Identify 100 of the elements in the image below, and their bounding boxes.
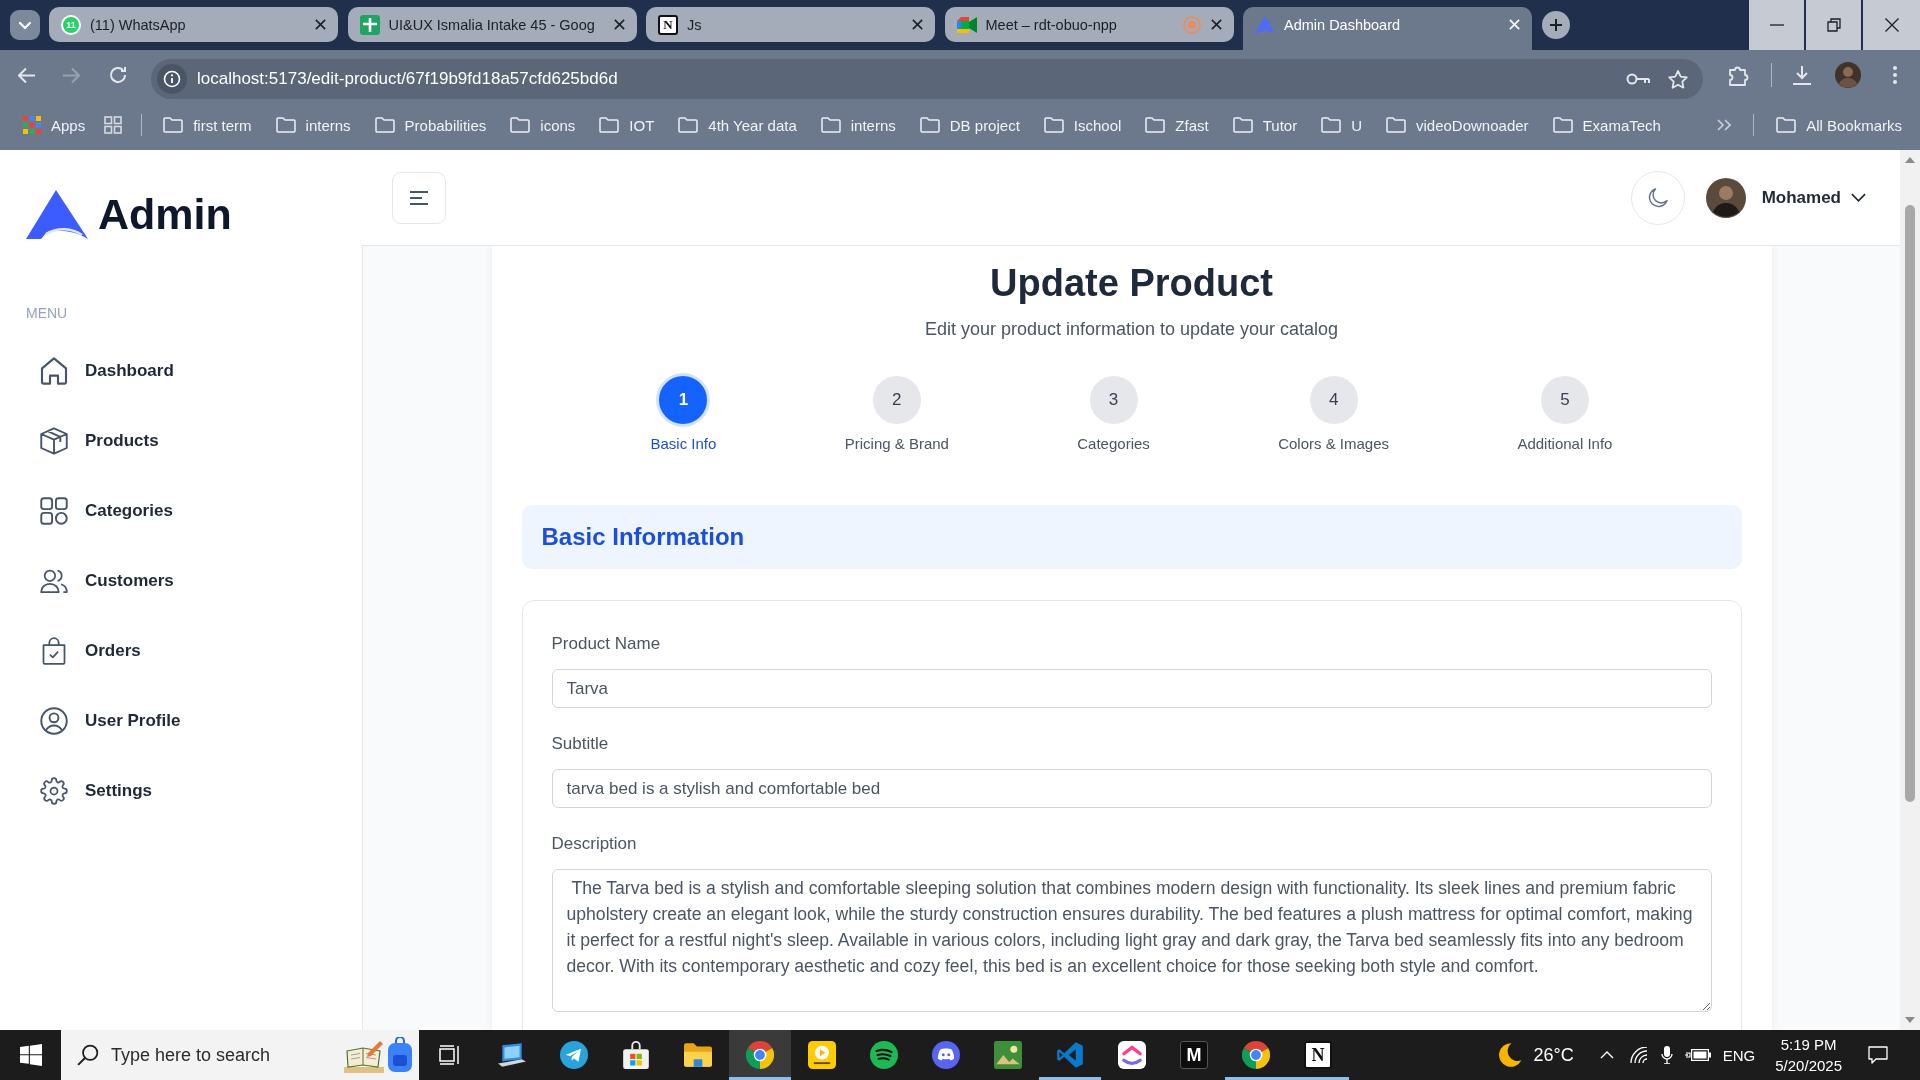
step-number[interactable]: 1 bbox=[656, 373, 711, 427]
puzzle-icon[interactable] bbox=[1728, 64, 1750, 86]
text-field[interactable]: Tarva bbox=[551, 669, 1712, 708]
box-icon bbox=[40, 427, 68, 455]
back-icon[interactable] bbox=[18, 66, 36, 84]
new-tab-icon[interactable] bbox=[1542, 11, 1570, 39]
step-label: Colors & Images bbox=[1278, 434, 1390, 454]
moon-icon bbox=[1647, 187, 1668, 208]
step-number[interactable]: 5 bbox=[1540, 376, 1589, 424]
weather-temperature[interactable]: 26°C bbox=[1533, 1044, 1574, 1066]
restore-button[interactable] bbox=[1806, 0, 1861, 50]
bookmark-folder[interactable]: 4th Year data bbox=[678, 116, 797, 134]
address-bar[interactable]: localhost:5173/edit-product/67f19b9fd18a57cfd625bd6d bbox=[151, 59, 1703, 99]
wifi-icon[interactable] bbox=[1628, 1047, 1647, 1063]
restore-icon bbox=[1826, 18, 1841, 32]
bookmark-folder[interactable]: icons bbox=[510, 116, 576, 134]
battery-icon[interactable] bbox=[1684, 1048, 1711, 1062]
double-chevron-icon[interactable] bbox=[1717, 119, 1732, 131]
bookmark-folder[interactable]: Zfast bbox=[1145, 116, 1209, 134]
close-icon[interactable] bbox=[1209, 18, 1223, 31]
tab-groups-icon[interactable] bbox=[104, 116, 123, 134]
apps-bookmark[interactable]: Apps bbox=[23, 116, 86, 134]
browser-tab[interactable]: Admin Dashboard bbox=[1243, 7, 1532, 50]
logo-text: Admin bbox=[98, 190, 232, 239]
step-number[interactable]: 4 bbox=[1309, 376, 1358, 424]
bookmark-folder[interactable]: IOT bbox=[599, 116, 655, 134]
bookmark-folder[interactable]: first term bbox=[163, 116, 252, 134]
scroll-up-icon[interactable] bbox=[1905, 157, 1915, 163]
sidebar-item[interactable]: Customers bbox=[30, 561, 184, 601]
sidebar-item[interactable]: Dashboard bbox=[30, 351, 184, 391]
taskbar-button[interactable] bbox=[729, 1030, 791, 1080]
home-icon bbox=[40, 357, 68, 385]
folder-icon bbox=[1776, 117, 1797, 133]
sidebar-item[interactable]: User Profile bbox=[30, 701, 191, 741]
browser-icon bbox=[1242, 1041, 1270, 1069]
spreadsheet-icon bbox=[359, 14, 380, 35]
user-menu-button[interactable]: Mohamed bbox=[1705, 177, 1866, 218]
clock-time[interactable]: 5:19 PM bbox=[1780, 1034, 1837, 1055]
triangle-logo-icon bbox=[1255, 14, 1275, 35]
windows-icon bbox=[19, 1044, 42, 1066]
close-icon[interactable] bbox=[612, 18, 626, 31]
menu-button[interactable] bbox=[392, 171, 446, 224]
step-label: Categories bbox=[1077, 434, 1150, 454]
bookmark-folder[interactable]: All Bookmarks bbox=[1776, 116, 1902, 134]
folder-icon bbox=[919, 117, 940, 133]
avatar-icon bbox=[1705, 177, 1746, 218]
bookmark-folder[interactable]: Probabilities bbox=[374, 116, 487, 134]
scroll-down-icon[interactable] bbox=[1905, 1017, 1915, 1023]
star-icon[interactable] bbox=[1668, 69, 1688, 89]
sidebar-item[interactable]: Orders bbox=[30, 631, 151, 671]
step-number[interactable]: 3 bbox=[1089, 376, 1138, 424]
paper-plane-icon bbox=[560, 1041, 588, 1069]
chevron-up-icon[interactable] bbox=[1599, 1051, 1614, 1059]
close-icon[interactable] bbox=[911, 18, 924, 31]
browser-icon bbox=[746, 1041, 774, 1069]
browser-tab[interactable]: Meet – rdt-obuo-npp bbox=[944, 7, 1234, 42]
search-field[interactable]: Type here to search bbox=[61, 1030, 419, 1080]
close-icon[interactable] bbox=[314, 18, 327, 31]
sound-waves-icon bbox=[870, 1041, 898, 1069]
taskbar-button[interactable]: M bbox=[1163, 1030, 1225, 1080]
browser-tab[interactable]: N Js bbox=[646, 7, 935, 42]
sidebar-item[interactable]: Settings bbox=[30, 771, 163, 811]
notification-icon[interactable] bbox=[1868, 1046, 1888, 1064]
reload-icon[interactable] bbox=[109, 66, 127, 84]
browser-tab[interactable]: UI&UX Ismalia Intake 45 - Goog bbox=[347, 7, 637, 42]
folder-icon bbox=[374, 117, 395, 133]
grid-icon bbox=[40, 497, 68, 525]
scrollbar[interactable] bbox=[1900, 150, 1920, 1030]
folder-icon bbox=[1386, 117, 1406, 133]
bookmark-folder[interactable]: Ischool bbox=[1043, 116, 1122, 134]
section-title: Basic Information bbox=[541, 523, 745, 551]
sidebar-item[interactable]: Categories bbox=[30, 491, 183, 531]
bookmark-folder[interactable]: videoDownoader bbox=[1386, 116, 1529, 134]
bookmark-folder[interactable]: U bbox=[1321, 116, 1362, 134]
avatar-icon[interactable] bbox=[1835, 62, 1861, 88]
microphone-icon[interactable] bbox=[1660, 1046, 1673, 1064]
textarea-field[interactable]: The Tarva bed is a stylish and comfortable sleeping solution that combines modern design with functionality. Its sleek lines and premium fabric upholstery create an elegant look, while the sturdy construction ensures durability. The bed features a plush mattress for optimal comfort, making it perfect for a restful night's sleep. Available in various colors, including light gray and dark gray, the Tarva bed seamlessly fits into any bedroom decor. With its contemporary aesthetic and cozy feel, this bed is an excellent choice for those seeking both style and comfort. bbox=[551, 869, 1712, 1012]
step-number[interactable]: 2 bbox=[872, 376, 921, 424]
sidebar-item[interactable]: Products bbox=[30, 421, 169, 461]
folder-icon bbox=[163, 117, 184, 133]
bookmark-folder[interactable]: interns bbox=[275, 116, 351, 134]
download-icon[interactable] bbox=[1792, 65, 1812, 85]
clock-date[interactable]: 5/20/2025 bbox=[1775, 1055, 1842, 1076]
browser-tab[interactable]: 11 (11) WhatsApp bbox=[49, 7, 338, 42]
language-indicator[interactable]: ENG bbox=[1722, 1046, 1756, 1064]
bookmark-folder[interactable]: ExamaTech bbox=[1552, 116, 1661, 134]
backpack-icon bbox=[387, 1037, 413, 1073]
text-field[interactable]: tarva bed is a stylish and comfortable bed bbox=[551, 769, 1712, 808]
bookmark-folder[interactable]: interns bbox=[820, 116, 896, 134]
scrollbar-thumb[interactable] bbox=[1905, 205, 1915, 802]
step-label: Additional Info bbox=[1517, 434, 1613, 454]
bookmark-folder[interactable]: Tutor bbox=[1232, 116, 1298, 134]
video-camera-icon bbox=[956, 14, 977, 35]
tab-search-icon[interactable] bbox=[10, 10, 40, 40]
info-icon[interactable] bbox=[157, 64, 187, 94]
taskbar-button[interactable]: N bbox=[1287, 1030, 1349, 1080]
key-icon[interactable] bbox=[1626, 73, 1650, 85]
chevron-logo-icon bbox=[1118, 1041, 1146, 1069]
more-menu-icon[interactable] bbox=[1893, 66, 1897, 84]
bookmark-folder[interactable]: DB project bbox=[919, 116, 1020, 134]
